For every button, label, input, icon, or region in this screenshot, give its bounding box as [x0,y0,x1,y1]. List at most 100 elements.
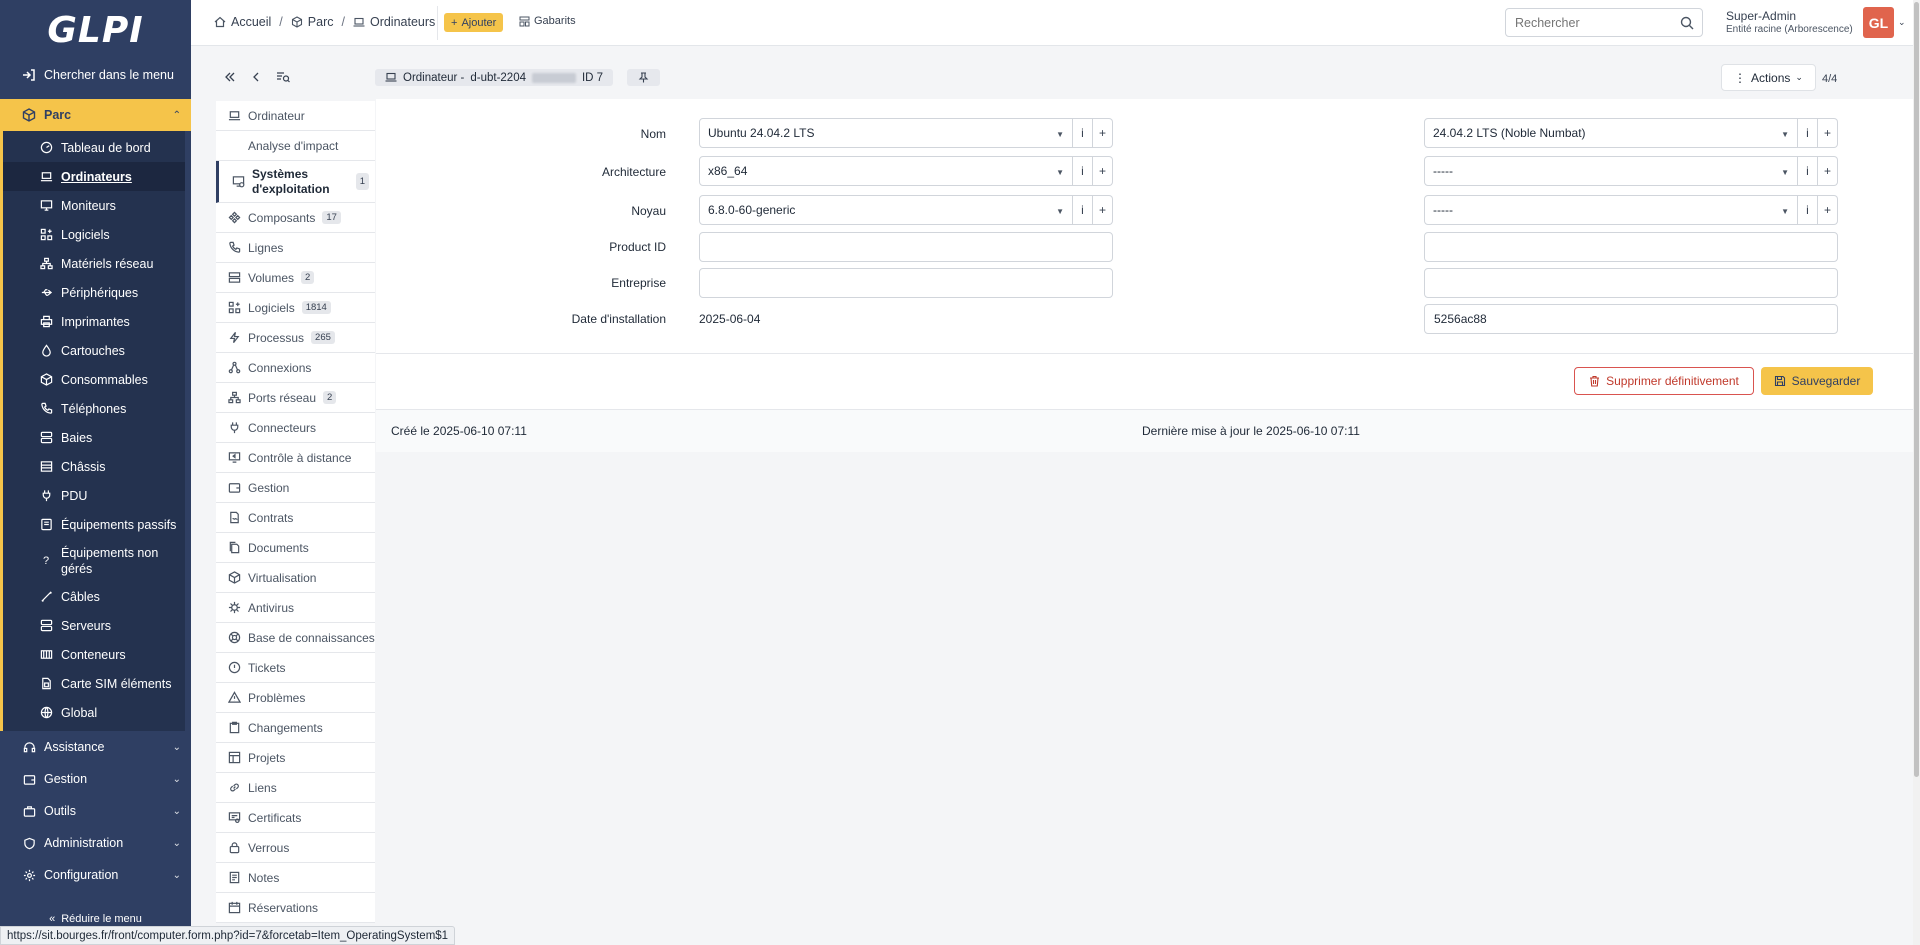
serial-number-input[interactable] [1424,232,1838,262]
product-id-input[interactable] [699,232,1113,262]
item-title: Ordinateur - d-ubt-2204 ID 7 [375,69,614,86]
add-button[interactable]: + [1093,156,1113,186]
templates-button[interactable]: Gabarits [519,15,576,27]
owner-input[interactable] [1424,268,1838,298]
tab-changements[interactable]: Changements [216,713,375,743]
sidebar-group-configuration[interactable]: Configuration ⌄ [0,859,191,891]
add-button[interactable]: + [1818,156,1838,186]
kernel-select[interactable]: 6.8.0-60-generic ▼ [699,195,1073,225]
sidebar-item-conteneurs[interactable]: Conteneurs [3,640,185,669]
info-button[interactable]: i [1798,118,1818,148]
info-button[interactable]: i [1073,195,1093,225]
glpi-logo[interactable]: GLPI [0,0,191,60]
tab-liens[interactable]: Liens [216,773,375,803]
sidebar-item-ch-ssis[interactable]: Châssis [3,452,185,481]
tab-virtualisation[interactable]: Virtualisation [216,563,375,593]
tab-base-de-connaissances[interactable]: Base de connaissances [216,623,375,653]
tab-contrats[interactable]: Contrats [216,503,375,533]
breadcrumb-parc[interactable]: Parc [291,15,333,29]
user-entity[interactable]: Entité racine (Arborescence) [1726,24,1853,35]
edition-select[interactable]: ----- ▼ [1424,195,1798,225]
sidebar-item-global[interactable]: Global [3,698,185,727]
sidebar-item-pdu[interactable]: PDU [3,481,185,510]
blank-icon [228,139,241,152]
sidebar-item-p-riph-riques[interactable]: Périphériques [3,278,185,307]
user-name[interactable]: Super-Admin [1726,9,1796,23]
version-select[interactable]: 24.04.2 LTS (Noble Numbat) ▼ [1424,118,1798,148]
breadcrumb-ordinateurs[interactable]: Ordinateurs [353,15,435,29]
architecture-select[interactable]: x86_64 ▼ [699,156,1073,186]
tab-documents[interactable]: Documents [216,533,375,563]
tab-logiciels[interactable]: Logiciels 1814 [216,293,375,323]
host-id-input[interactable] [1424,304,1838,334]
tab-probl-mes[interactable]: Problèmes [216,683,375,713]
tab-processus[interactable]: Processus 265 [216,323,375,353]
info-button[interactable]: i [1073,156,1093,186]
pin-button[interactable] [627,69,660,86]
add-button[interactable]: + Ajouter [444,13,504,32]
breadcrumb-home[interactable]: Accueil [214,15,271,29]
info-button[interactable]: i [1798,195,1818,225]
sidebar-item-tableau-de-bord[interactable]: Tableau de bord [3,133,185,162]
list-search-icon[interactable] [276,71,290,83]
tab-connecteurs[interactable]: Connecteurs [216,413,375,443]
add-button[interactable]: + [1093,118,1113,148]
tab-ports-r-seau[interactable]: Ports réseau 2 [216,383,375,413]
sidebar-item-moniteurs[interactable]: Moniteurs [3,191,185,220]
sidebar-item-consommables[interactable]: Consommables [3,365,185,394]
sidebar-group-parc[interactable]: Parc ⌃ [0,99,191,131]
sidebar-item-cartouches[interactable]: Cartouches [3,336,185,365]
sidebar-item--quipements-non-g-r-s[interactable]: ? Équipements non gérés [3,539,185,582]
sidebar-item-ordinateurs[interactable]: Ordinateurs [3,162,185,191]
scrollbar-thumb[interactable] [1914,2,1919,777]
tab-projets[interactable]: Projets [216,743,375,773]
add-button[interactable]: + [1093,195,1113,225]
info-button[interactable]: i [1798,156,1818,186]
tab-verrous[interactable]: Verrous [216,833,375,863]
sidebar-item-imprimantes[interactable]: Imprimantes [3,307,185,336]
tab-contr-le-distance[interactable]: Contrôle à distance [216,443,375,473]
info-button[interactable]: i [1073,118,1093,148]
sidebar-item--quipements-passifs[interactable]: Équipements passifs [3,510,185,539]
tab-tickets[interactable]: Tickets [216,653,375,683]
sidebar-group-gestion[interactable]: Gestion ⌄ [0,763,191,795]
company-input[interactable] [699,268,1113,298]
sidebar-item-c-bles[interactable]: Câbles [3,582,185,611]
tab-connexions[interactable]: Connexions [216,353,375,383]
add-button[interactable]: + [1818,118,1838,148]
double-chevron-left-icon[interactable] [224,71,236,83]
delete-permanently-button[interactable]: Supprimer définitivement [1574,367,1754,395]
chevron-down-icon[interactable]: ⌄ [1898,17,1906,28]
tab-ordinateur[interactable]: Ordinateur [216,101,375,131]
search-icon[interactable] [1680,16,1694,30]
tab-syst-mes-d-exploitation[interactable]: Systèmes d'exploitation 1 [216,161,375,203]
sidebar-item-baies[interactable]: Baies [3,423,185,452]
tab-volumes[interactable]: Volumes 2 [216,263,375,293]
add-button[interactable]: + [1818,195,1838,225]
tab-analyse-d-impact[interactable]: Analyse d'impact [216,131,375,161]
tab-notes[interactable]: Notes [216,863,375,893]
os-name-select[interactable]: Ubuntu 24.04.2 LTS ▼ [699,118,1073,148]
sidebar-group-administration[interactable]: Administration ⌄ [0,827,191,859]
sidebar-item-mat-riels-r-seau[interactable]: Matériels réseau [3,249,185,278]
sidebar-item-carte-sim-l-ments[interactable]: Carte SIM éléments [3,669,185,698]
service-pack-select[interactable]: ----- ▼ [1424,156,1798,186]
page-scrollbar[interactable] [1913,0,1920,945]
sidebar-item-serveurs[interactable]: Serveurs [3,611,185,640]
sidebar-item-t-l-phones[interactable]: Téléphones [3,394,185,423]
sidebar-search-menu[interactable]: Chercher dans le menu [0,60,191,90]
tab-gestion[interactable]: Gestion [216,473,375,503]
actions-button[interactable]: ⋮ Actions ⌄ [1721,64,1816,91]
save-button[interactable]: Sauvegarder [1761,367,1873,395]
chevron-left-icon[interactable] [250,71,262,83]
tab-certificats[interactable]: Certificats [216,803,375,833]
tab-lignes[interactable]: Lignes [216,233,375,263]
sidebar-group-assistance[interactable]: Assistance ⌄ [0,731,191,763]
search-input[interactable] [1506,9,1666,36]
tab-composants[interactable]: Composants 17 [216,203,375,233]
tab-r-servations[interactable]: Réservations [216,893,375,923]
sidebar-group-outils[interactable]: Outils ⌄ [0,795,191,827]
tab-antivirus[interactable]: Antivirus [216,593,375,623]
sidebar-item-logiciels[interactable]: Logiciels [3,220,185,249]
avatar[interactable]: GL [1863,7,1894,38]
